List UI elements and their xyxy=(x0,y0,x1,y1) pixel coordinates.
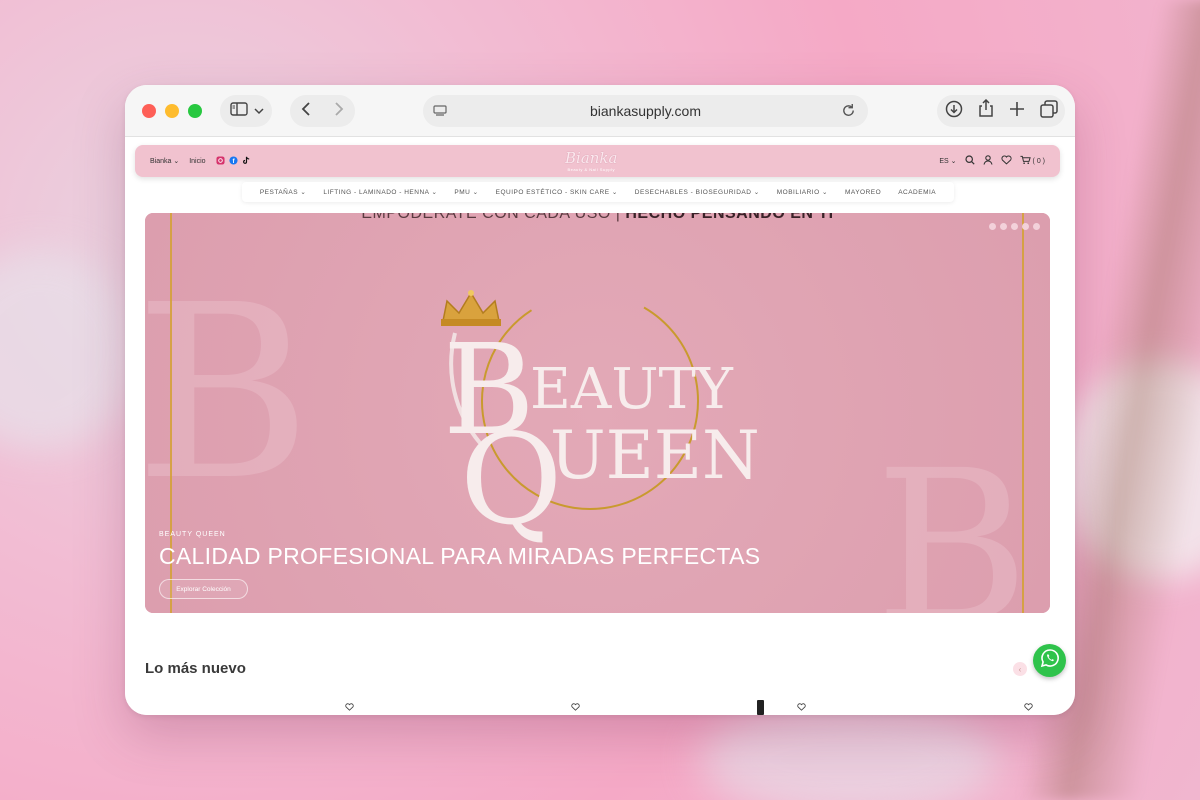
hero-kicker: BEAUTY QUEEN xyxy=(159,531,226,538)
cart-button[interactable]: ( 0 ) xyxy=(1020,155,1045,167)
slider-dot[interactable] xyxy=(1011,223,1018,230)
share-icon[interactable] xyxy=(978,98,994,123)
wishlist-heart-icon[interactable] xyxy=(345,698,354,715)
reader-icon[interactable] xyxy=(433,104,447,123)
toolbar-actions xyxy=(937,95,1065,127)
nav-label: LIFTING - LAMINADO - HENNA xyxy=(323,189,430,196)
close-window-button[interactable] xyxy=(142,104,156,118)
sidebar-icon xyxy=(230,101,248,121)
chevron-down-icon xyxy=(254,102,264,120)
language-label: ES xyxy=(939,158,949,165)
zoom-window-button[interactable] xyxy=(188,104,202,118)
nav-item-mobiliario[interactable]: MOBILIARIO ⌄ xyxy=(777,188,828,196)
nav-item-desechables[interactable]: DESECHABLES - BIOSEGURIDAD ⌄ xyxy=(635,188,760,196)
slider-dot[interactable] xyxy=(1022,223,1029,230)
url-text: biankasupply.com xyxy=(589,103,702,119)
slider-dots xyxy=(989,223,1040,230)
sidebar-toggle-button[interactable] xyxy=(220,95,272,127)
nav-label: MOBILIARIO xyxy=(776,189,820,196)
whatsapp-button[interactable] xyxy=(1033,644,1066,677)
product-image[interactable] xyxy=(757,700,764,715)
explore-collection-button[interactable]: Explorar Colección xyxy=(159,579,248,599)
wishlist-icon[interactable] xyxy=(1000,155,1012,167)
cart-count: ( 0 ) xyxy=(1032,157,1045,165)
gold-divider xyxy=(1022,213,1024,613)
site-header: Bianka ⌄ Inicio f Bianka Beauty & Nail S xyxy=(135,145,1060,177)
nav-item-pestanas[interactable]: PESTAÑAS ⌄ xyxy=(260,188,306,196)
brand-menu[interactable]: Bianka ⌄ xyxy=(150,157,179,165)
hero-tagline: EMPODERATE CON CADA USO | HECHO PENSANDO… xyxy=(145,213,1050,223)
hero-banner[interactable]: B B EMPODERATE CON CADA USO | HECHO PENS… xyxy=(145,213,1050,613)
tab-overview-icon[interactable] xyxy=(1039,99,1058,123)
home-link[interactable]: Inicio xyxy=(189,158,205,165)
whatsapp-icon xyxy=(1040,648,1060,673)
carousel-prev-button[interactable]: ‹ xyxy=(1013,662,1027,676)
background-blur xyxy=(0,250,140,450)
decorative-letter: B xyxy=(875,425,1030,614)
brand-menu-label: Bianka xyxy=(150,158,172,165)
nav-item-equipo[interactable]: EQUIPO ESTÉTICO - SKIN CARE ⌄ xyxy=(496,188,618,196)
slider-dot[interactable] xyxy=(989,223,996,230)
navigation-buttons xyxy=(290,95,355,127)
nav-item-mayoreo[interactable]: MAYOREO xyxy=(845,189,881,196)
nav-label: PESTAÑAS xyxy=(259,189,299,196)
facebook-icon[interactable]: f xyxy=(229,155,238,167)
nav-item-academia[interactable]: ACADEMIA xyxy=(898,189,936,196)
tagline-part1: EMPODERATE CON CADA USO | xyxy=(361,213,621,222)
account-icon[interactable] xyxy=(983,155,993,167)
reload-icon[interactable] xyxy=(841,103,856,123)
minimize-window-button[interactable] xyxy=(165,104,179,118)
hero-title: CALIDAD PROFESIONAL PARA MIRADAS PERFECT… xyxy=(159,543,761,569)
forward-arrow-icon[interactable] xyxy=(334,101,344,122)
search-icon[interactable] xyxy=(964,155,975,167)
background-blur xyxy=(700,700,1000,800)
instagram-icon[interactable] xyxy=(216,155,225,167)
slider-dot[interactable] xyxy=(1000,223,1007,230)
address-bar[interactable]: biankasupply.com xyxy=(423,95,868,127)
section-title: Lo más nuevo xyxy=(145,660,246,677)
nav-label: PMU xyxy=(454,189,471,196)
download-icon[interactable] xyxy=(945,100,963,123)
logo-subtext: Beauty & Nail Supply xyxy=(567,167,616,172)
wishlist-heart-icon[interactable] xyxy=(1024,698,1033,715)
cart-icon xyxy=(1020,155,1031,167)
wishlist-heart-icon[interactable] xyxy=(571,698,580,715)
back-arrow-icon[interactable] xyxy=(301,101,311,122)
svg-text:Q: Q xyxy=(460,408,562,543)
tiktok-icon[interactable] xyxy=(242,156,251,167)
nav-item-lifting[interactable]: LIFTING - LAMINADO - HENNA ⌄ xyxy=(323,188,437,196)
wishlist-heart-icon[interactable] xyxy=(797,698,806,715)
slider-dot[interactable] xyxy=(1033,223,1040,230)
logo-text: Bianka xyxy=(565,149,618,167)
browser-window: biankasupply.com Bianka ⌄ Inicio f Biank… xyxy=(125,85,1075,715)
web-page: Bianka ⌄ Inicio f Bianka Beauty & Nail S xyxy=(125,137,1075,715)
language-selector[interactable]: ES ⌄ xyxy=(939,157,956,165)
main-nav: PESTAÑAS ⌄ LIFTING - LAMINADO - HENNA ⌄ … xyxy=(242,182,954,202)
nav-label: EQUIPO ESTÉTICO - SKIN CARE xyxy=(495,189,610,196)
site-logo[interactable]: Bianka Beauty & Nail Supply xyxy=(565,149,617,172)
nav-label: DESECHABLES - BIOSEGURIDAD xyxy=(634,189,752,196)
browser-toolbar: biankasupply.com xyxy=(125,85,1075,137)
brand-line1: EAUTY xyxy=(530,357,734,422)
new-tab-icon[interactable] xyxy=(1009,101,1025,122)
nav-item-pmu[interactable]: PMU ⌄ xyxy=(454,188,478,196)
beauty-queen-logo: B Q EAUTY UEEN xyxy=(441,290,760,543)
tagline-part2: HECHO PENSANDO EN TI xyxy=(625,213,834,222)
brand-line2: UEEN xyxy=(550,417,760,494)
